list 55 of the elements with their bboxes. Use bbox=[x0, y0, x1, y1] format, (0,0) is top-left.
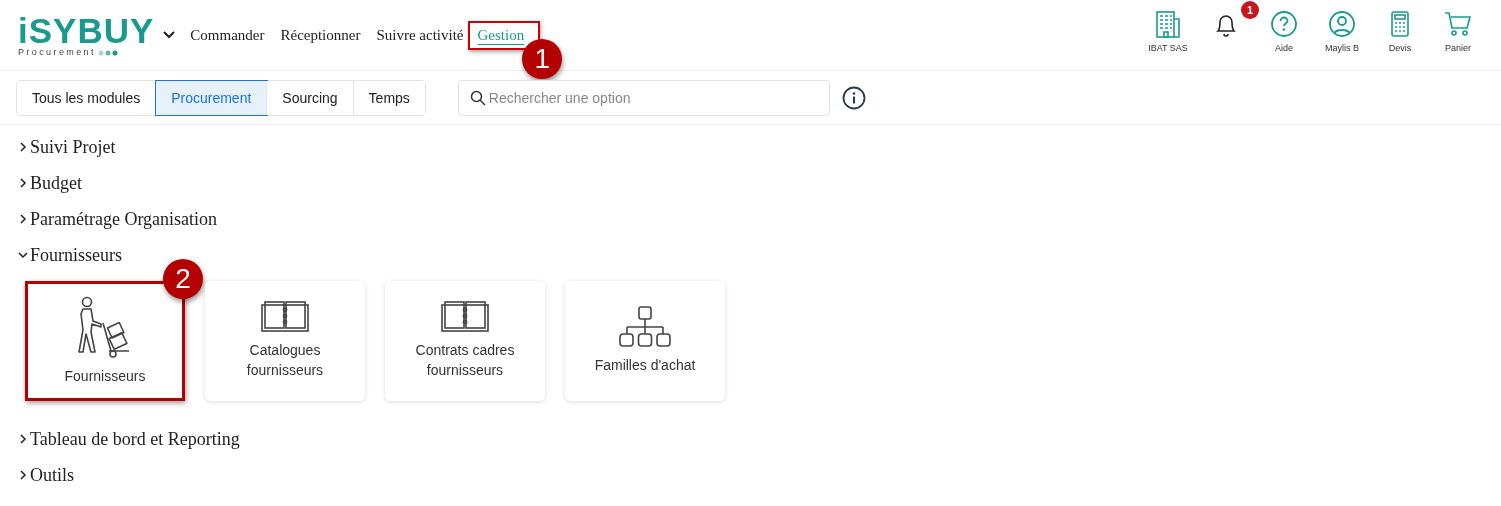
section-title: Fournisseurs bbox=[30, 244, 122, 266]
info-icon[interactable] bbox=[841, 85, 866, 110]
notification-badge: 1 bbox=[1241, 1, 1259, 19]
chevron-icon bbox=[18, 213, 28, 225]
dots-icon bbox=[97, 49, 118, 56]
toolbar-button[interactable]: Maylis B bbox=[1325, 9, 1359, 53]
tile-label: Catalogues fournisseurs bbox=[245, 341, 325, 380]
book-icon bbox=[441, 301, 489, 334]
cart-icon bbox=[1443, 9, 1473, 39]
building-icon bbox=[1153, 9, 1183, 39]
section-title: Outils bbox=[30, 464, 74, 486]
search-icon bbox=[469, 89, 486, 106]
section-header[interactable]: Paramétrage Organisation bbox=[18, 201, 1501, 237]
module-tile[interactable]: Contrats cadres fournisseurs bbox=[385, 281, 545, 401]
module-tab[interactable]: Sourcing bbox=[267, 80, 354, 115]
org-chart-icon bbox=[619, 306, 671, 349]
nav-link[interactable]: Réceptionner bbox=[278, 20, 371, 50]
section-header[interactable]: Budget bbox=[18, 165, 1501, 201]
toolbar-label: Maylis B bbox=[1325, 43, 1359, 53]
nav-link[interactable]: Commander bbox=[188, 20, 275, 50]
section-header[interactable]: Suivi Projet bbox=[18, 129, 1501, 165]
toolbar-label: Aide bbox=[1275, 43, 1293, 53]
book-icon bbox=[261, 301, 309, 334]
tile-label: Familles d'achat bbox=[593, 356, 697, 376]
logo-name: iSYBUY bbox=[18, 13, 155, 48]
chevron-icon bbox=[18, 433, 28, 445]
chevron-icon bbox=[18, 177, 28, 189]
module-tile[interactable]: Familles d'achat bbox=[565, 281, 725, 401]
chevron-icon bbox=[18, 141, 28, 153]
section-title: Suivi Projet bbox=[30, 136, 116, 158]
toolbar-button[interactable]: Panier bbox=[1443, 9, 1473, 53]
search-field[interactable]: Rechercher une option bbox=[457, 79, 830, 116]
toolbar-button[interactable]: Devis bbox=[1385, 9, 1415, 53]
toolbar-label: Panier bbox=[1445, 43, 1471, 53]
module-tab[interactable]: Procurement bbox=[156, 80, 268, 115]
section-title: Budget bbox=[30, 172, 82, 194]
toolbar-button[interactable]: IBAT SAS bbox=[1148, 9, 1188, 53]
logo[interactable]: iSYBUY Procurement bbox=[18, 13, 155, 57]
toolbar-label: IBAT SAS bbox=[1148, 43, 1188, 53]
toolbar-label: Devis bbox=[1388, 43, 1412, 53]
user-icon bbox=[1327, 9, 1357, 39]
chevron-icon bbox=[18, 469, 28, 481]
section-header[interactable]: Outils bbox=[18, 457, 1501, 493]
section-title: Tableau de bord et Reporting bbox=[30, 428, 240, 450]
section-header[interactable]: Tableau de bord et Reporting bbox=[18, 421, 1501, 457]
help-icon bbox=[1269, 9, 1299, 39]
toolbar-button[interactable]: Aide bbox=[1269, 9, 1299, 53]
tile-label: Contrats cadres fournisseurs bbox=[414, 341, 516, 380]
logo-subtitle: Procurement bbox=[18, 48, 155, 57]
caret-icon[interactable] bbox=[162, 30, 177, 40]
step-badge: 2 bbox=[163, 259, 203, 299]
section-title: Paramétrage Organisation bbox=[30, 208, 218, 230]
chevron-icon bbox=[18, 249, 28, 261]
tile-label: Fournisseurs bbox=[63, 367, 147, 387]
module-tile[interactable]: Catalogues fournisseurs bbox=[205, 281, 365, 401]
